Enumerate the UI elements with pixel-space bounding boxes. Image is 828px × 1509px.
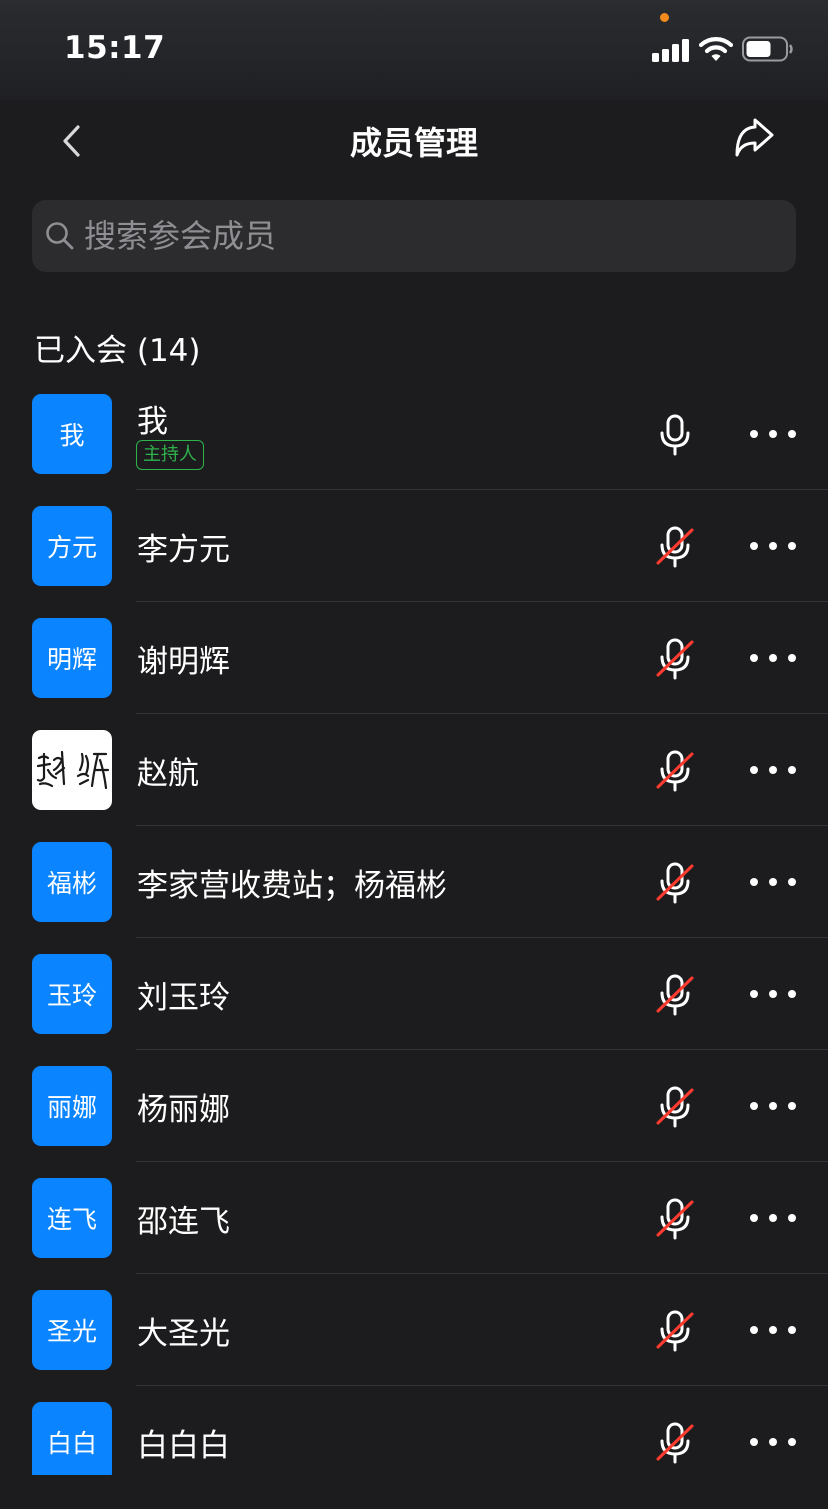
avatar: 白白 (32, 1402, 112, 1475)
avatar: 明辉 (32, 618, 112, 698)
member-row[interactable]: 连飞 邵连飞 (0, 1162, 828, 1274)
microphone-muted-icon[interactable] (653, 1197, 697, 1241)
member-row[interactable]: 丽娜 杨丽娜 (0, 1050, 828, 1162)
member-row[interactable]: 我我主持人 (0, 379, 828, 490)
more-options-icon[interactable] (745, 1094, 801, 1118)
member-name: 赵航 (137, 756, 199, 792)
status-time: 15:17 (64, 30, 166, 66)
microphone-muted-icon[interactable] (653, 749, 697, 793)
status-bar: 15:17 (0, 0, 828, 100)
more-options-icon[interactable] (745, 758, 801, 782)
avatar: 连飞 (32, 1178, 112, 1258)
avatar: 方元 (32, 506, 112, 586)
search-input[interactable] (84, 200, 784, 272)
avatar: 玉玲 (32, 954, 112, 1034)
more-options-icon[interactable] (745, 534, 801, 558)
more-options-icon[interactable] (745, 870, 801, 894)
host-badge: 主持人 (136, 440, 204, 470)
member-row[interactable]: 明辉 谢明辉 (0, 602, 828, 714)
member-name: 白白白 (137, 1428, 230, 1464)
member-name: 我 (137, 404, 168, 440)
microphone-muted-icon[interactable] (653, 637, 697, 681)
more-options-icon[interactable] (745, 1318, 801, 1342)
more-options-icon[interactable] (745, 422, 801, 446)
microphone-muted-icon[interactable] (653, 1421, 697, 1465)
member-row[interactable]: 方元 李方元 (0, 490, 828, 602)
more-options-icon[interactable] (745, 1206, 801, 1230)
microphone-muted-icon[interactable] (653, 525, 697, 569)
member-row[interactable]: 白白 白白白 (0, 1386, 828, 1475)
search-icon (46, 222, 74, 250)
member-name: 刘玉玲 (137, 980, 230, 1016)
privacy-indicator-dot (660, 13, 669, 22)
member-name: 杨丽娜 (137, 1092, 230, 1128)
avatar: 我 (32, 394, 112, 474)
microphone-muted-icon[interactable] (653, 973, 697, 1017)
member-list: 我我主持人 方元 李方元 明辉 谢明辉 赵航 福彬 李家营收费站；杨福彬 玉玲 刘玉玲 丽娜 杨丽娜连… (0, 379, 828, 1475)
member-name: 李家营收费站；杨福彬 (137, 868, 447, 904)
member-name: 邵连飞 (137, 1204, 230, 1240)
share-icon[interactable] (731, 116, 777, 162)
member-name: 大圣光 (137, 1316, 230, 1352)
member-name: 李方元 (137, 532, 230, 568)
member-row[interactable]: 赵航 (0, 714, 828, 826)
microphone-muted-icon[interactable] (653, 1309, 697, 1353)
avatar: 圣光 (32, 1290, 112, 1370)
more-options-icon[interactable] (745, 982, 801, 1006)
more-options-icon[interactable] (745, 1430, 801, 1454)
avatar-image (32, 730, 112, 810)
more-options-icon[interactable] (745, 646, 801, 670)
microphone-muted-icon[interactable] (653, 861, 697, 905)
member-row[interactable]: 圣光 大圣光 (0, 1274, 828, 1386)
member-row[interactable]: 福彬 李家营收费站；杨福彬 (0, 826, 828, 938)
avatar: 丽娜 (32, 1066, 112, 1146)
avatar: 福彬 (32, 842, 112, 922)
page-title: 成员管理 (349, 124, 478, 162)
wifi-icon (699, 37, 733, 61)
member-row[interactable]: 玉玲 刘玉玲 (0, 938, 828, 1050)
battery-icon (742, 36, 793, 62)
search-bar[interactable] (32, 200, 796, 272)
microphone-icon[interactable] (653, 413, 697, 457)
microphone-muted-icon[interactable] (653, 1085, 697, 1129)
navigation-bar: 成员管理 (0, 100, 828, 180)
member-name: 谢明辉 (137, 644, 230, 680)
joined-count-header: 已入会 (14) (34, 333, 201, 369)
signal-icon (652, 38, 690, 62)
